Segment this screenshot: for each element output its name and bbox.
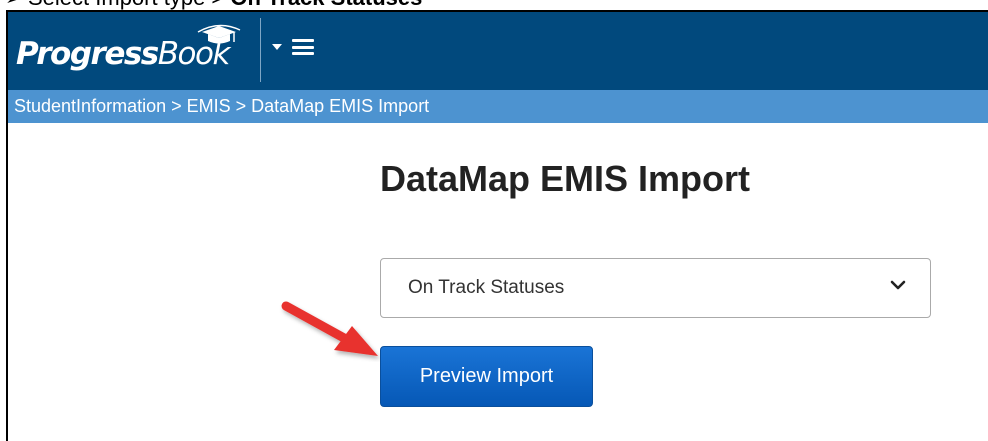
caption-prefix: Select Import type > [28, 0, 230, 10]
graduation-cap-icon [197, 24, 241, 44]
logo-main-text: Progress [16, 36, 159, 72]
instruction-caption: ➢Select Import type > On Track Statuses [0, 0, 423, 10]
navbar-divider [260, 18, 261, 82]
import-type-select[interactable]: On Track Statuses [380, 258, 931, 318]
chevron-down-icon [890, 280, 906, 290]
import-type-selected-value: On Track Statuses [408, 277, 565, 298]
caret-down-icon[interactable] [272, 44, 282, 50]
page-title: DataMap EMIS Import [380, 158, 751, 199]
top-navbar: ProgressBook [8, 12, 988, 90]
red-pointer-arrow [281, 301, 378, 356]
hamburger-icon[interactable] [292, 39, 314, 55]
caption-emphasis: On Track Statuses [230, 0, 422, 10]
preview-import-button[interactable]: Preview Import [380, 346, 593, 407]
breadcrumb[interactable]: StudentInformation > EMIS > DataMap EMIS… [8, 90, 988, 123]
bullet-arrow-icon: ➢ [0, 0, 28, 10]
